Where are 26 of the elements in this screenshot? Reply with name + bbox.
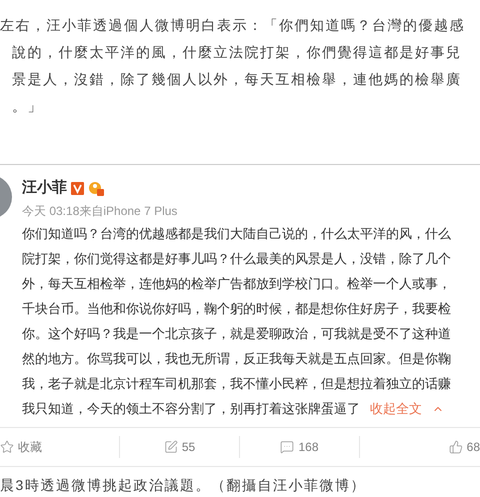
action-button[interactable]: 55 — [164, 438, 196, 456]
article-text: 左右，汪小菲透過個人微博明白表示：「你們知道嗎？台灣的優越感 — [0, 16, 465, 35]
article-text: 景是人，沒錯，除了幾個人以外，每天互相檢舉，連他媽的檢舉廣 — [11, 70, 462, 89]
post-text: 千块台币。当他和你说你好吗，鞠个躬的时候，都是想你住好房子，我要检 — [22, 300, 451, 318]
article-text: 。」 — [11, 97, 43, 116]
badge-icon — [88, 180, 104, 196]
author-name[interactable]: 汪小菲 — [22, 176, 67, 200]
action-button[interactable]: 收藏 — [0, 438, 42, 456]
post-text: 院打架，你们觉得这都是好事儿吗？什么最美的风景是人，没错，除了几个 — [22, 250, 451, 268]
collapse-link[interactable]: 收起全文 — [370, 396, 422, 421]
post-text: 我，老子就是北京计程车司机那套，我不懂小民粹，但是想拉着独立的话赚 — [22, 375, 451, 393]
star-icon — [0, 440, 14, 454]
action-button[interactable]: 168 — [280, 438, 319, 456]
article-text: 說的，什麼太平洋的風，什麼立法院打架，你們覺得這都是好事兒 — [11, 43, 462, 62]
thumbs-up-icon — [448, 440, 463, 454]
post-text: 外，每天互相检举，连他妈的检举广告都放到学校门口。检举一个人或事， — [22, 275, 451, 293]
post-text: 我只知道，今天的领土不容分割了，别再打着这张牌蛋逼了 — [22, 400, 360, 418]
comment-icon — [280, 440, 294, 454]
post-text: 你们知道吗？台湾的优越感都是我们大陆自己说的，什么太平洋的风，什么 — [22, 225, 451, 243]
action-button[interactable]: 68 — [448, 438, 480, 456]
post-text: 然的地方。你骂我可以，我也无所谓，反正我每天就是五点回家。但是你鞠 — [22, 350, 451, 368]
post-meta: 今天 03:18来自iPhone 7 Plus — [22, 203, 178, 220]
post-text: 你。这个好吗？我是一个北京孩子，就是爱聊政治，可我就是受不了这种道 — [22, 325, 451, 343]
caption-text: 晨3時透過微博挑起政治議題。（翻攝自汪小菲微博） — [0, 476, 366, 495]
edit-icon — [164, 440, 178, 454]
verified-icon — [71, 182, 84, 194]
